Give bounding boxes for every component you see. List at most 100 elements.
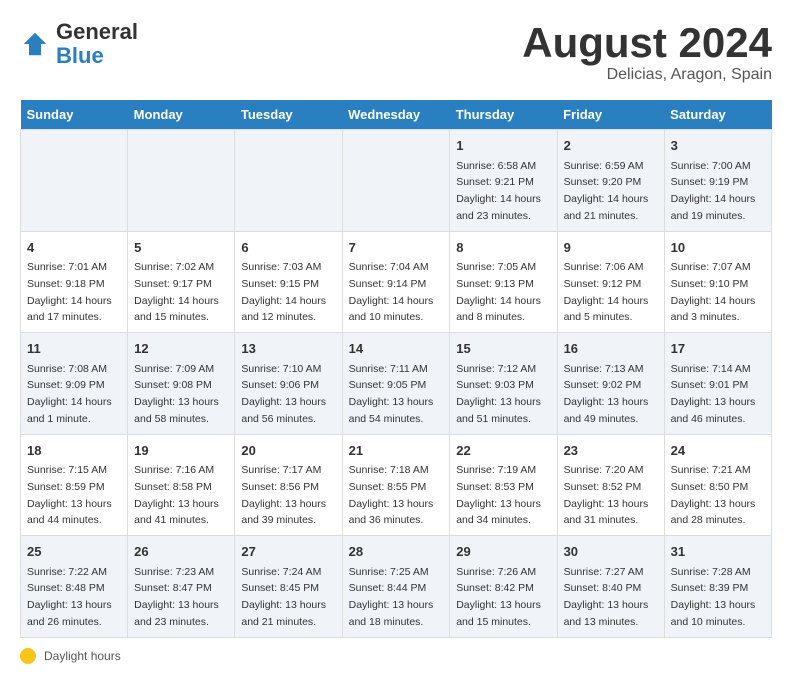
calendar-table: SundayMondayTuesdayWednesdayThursdayFrid… [20,100,772,638]
day-info: Sunrise: 7:16 AM Sunset: 8:58 PM Dayligh… [134,464,219,526]
month-year-title: August 2024 [522,20,772,66]
day-info: Sunrise: 7:12 AM Sunset: 9:03 PM Dayligh… [456,363,541,425]
day-info: Sunrise: 7:09 AM Sunset: 9:08 PM Dayligh… [134,363,219,425]
day-info: Sunrise: 7:21 AM Sunset: 8:50 PM Dayligh… [671,464,756,526]
day-cell: 13 Sunrise: 7:10 AM Sunset: 9:06 PM Dayli… [235,333,342,435]
day-cell: 23 Sunrise: 7:20 AM Sunset: 8:52 PM Dayli… [557,434,664,536]
day-number: 4 [27,238,121,258]
day-info: Sunrise: 7:25 AM Sunset: 8:44 PM Dayligh… [349,566,434,628]
day-info: Sunrise: 7:11 AM Sunset: 9:05 PM Dayligh… [349,363,434,425]
day-number: 6 [241,238,335,258]
day-cell: 22Sunrise: 7:19 AM Sunset: 8:53 PM Dayli… [450,434,557,536]
week-row-1: 1 Sunrise: 6:58 AM Sunset: 9:21 PM Daylig… [21,130,772,232]
day-cell: 29Sunrise: 7:26 AM Sunset: 8:42 PM Dayli… [450,536,557,638]
week-row-3: 11Sunrise: 7:08 AM Sunset: 9:09 PM Dayli… [21,333,772,435]
day-number: 23 [564,441,658,461]
legend-text: Daylight hours [44,649,121,663]
week-row-4: 18Sunrise: 7:15 AM Sunset: 8:59 PM Dayli… [21,434,772,536]
day-number: 12 [134,339,228,359]
day-cell: 1 Sunrise: 6:58 AM Sunset: 9:21 PM Daylig… [450,130,557,232]
day-number: 1 [456,136,550,156]
day-number: 15 [456,339,550,359]
day-cell: 3 Sunrise: 7:00 AM Sunset: 9:19 PM Daylig… [664,130,771,232]
day-info: Sunrise: 7:22 AM Sunset: 8:48 PM Dayligh… [27,566,112,628]
day-info: Sunrise: 6:59 AM Sunset: 9:20 PM Dayligh… [564,160,649,222]
day-number: 24 [671,441,765,461]
day-number: 14 [349,339,444,359]
day-cell: 10Sunrise: 7:07 AM Sunset: 9:10 PM Dayli… [664,231,771,333]
logo-blue: Blue [56,43,104,68]
day-cell: 9 Sunrise: 7:06 AM Sunset: 9:12 PM Daylig… [557,231,664,333]
day-info: Sunrise: 7:10 AM Sunset: 9:06 PM Dayligh… [241,363,326,425]
day-cell: 16Sunrise: 7:13 AM Sunset: 9:02 PM Dayli… [557,333,664,435]
day-info: Sunrise: 7:00 AM Sunset: 9:19 PM Dayligh… [671,160,756,222]
day-info: Sunrise: 6:58 AM Sunset: 9:21 PM Dayligh… [456,160,541,222]
day-cell [235,130,342,232]
day-number: 28 [349,542,444,562]
header-cell-tuesday: Tuesday [235,100,342,130]
logo-general: General [56,19,138,44]
day-number: 2 [564,136,658,156]
logo: General Blue [20,20,138,68]
day-number: 8 [456,238,550,258]
day-cell: 21Sunrise: 7:18 AM Sunset: 8:55 PM Dayli… [342,434,450,536]
day-cell: 14 Sunrise: 7:11 AM Sunset: 9:05 PM Dayli… [342,333,450,435]
day-info: Sunrise: 7:13 AM Sunset: 9:02 PM Dayligh… [564,363,649,425]
day-cell: 20Sunrise: 7:17 AM Sunset: 8:56 PM Dayli… [235,434,342,536]
day-cell: 18Sunrise: 7:15 AM Sunset: 8:59 PM Dayli… [21,434,128,536]
sun-icon [20,648,36,664]
day-cell: 4 Sunrise: 7:01 AM Sunset: 9:18 PM Daylig… [21,231,128,333]
day-cell [128,130,235,232]
location-subtitle: Delicias, Aragon, Spain [522,66,772,84]
day-number: 19 [134,441,228,461]
day-number: 17 [671,339,765,359]
logo-text: General Blue [56,20,138,68]
header-cell-wednesday: Wednesday [342,100,450,130]
header-cell-saturday: Saturday [664,100,771,130]
day-info: Sunrise: 7:01 AM Sunset: 9:18 PM Dayligh… [27,261,112,323]
day-info: Sunrise: 7:07 AM Sunset: 9:10 PM Dayligh… [671,261,756,323]
day-cell: 19 Sunrise: 7:16 AM Sunset: 8:58 PM Dayli… [128,434,235,536]
day-number: 21 [349,441,444,461]
day-number: 25 [27,542,121,562]
day-number: 9 [564,238,658,258]
day-info: Sunrise: 7:06 AM Sunset: 9:12 PM Dayligh… [564,261,649,323]
day-cell: 5Sunrise: 7:02 AM Sunset: 9:17 PM Daylig… [128,231,235,333]
header-row: SundayMondayTuesdayWednesdayThursdayFrid… [21,100,772,130]
day-number: 11 [27,339,121,359]
day-cell: 15 Sunrise: 7:12 AM Sunset: 9:03 PM Dayli… [450,333,557,435]
day-cell: 28 Sunrise: 7:25 AM Sunset: 8:44 PM Dayli… [342,536,450,638]
header-cell-sunday: Sunday [21,100,128,130]
day-cell: 8Sunrise: 7:05 AM Sunset: 9:13 PM Daylig… [450,231,557,333]
day-info: Sunrise: 7:28 AM Sunset: 8:39 PM Dayligh… [671,566,756,628]
day-cell: 11Sunrise: 7:08 AM Sunset: 9:09 PM Dayli… [21,333,128,435]
day-info: Sunrise: 7:23 AM Sunset: 8:47 PM Dayligh… [134,566,219,628]
day-cell: 2 Sunrise: 6:59 AM Sunset: 9:20 PM Daylig… [557,130,664,232]
day-cell: 7Sunrise: 7:04 AM Sunset: 9:14 PM Daylig… [342,231,450,333]
day-cell: 24 Sunrise: 7:21 AM Sunset: 8:50 PM Dayli… [664,434,771,536]
legend: Daylight hours [20,648,772,664]
day-info: Sunrise: 7:04 AM Sunset: 9:14 PM Dayligh… [349,261,434,323]
day-number: 13 [241,339,335,359]
logo-icon [20,29,50,59]
day-number: 26 [134,542,228,562]
day-cell: 30Sunrise: 7:27 AM Sunset: 8:40 PM Dayli… [557,536,664,638]
day-info: Sunrise: 7:02 AM Sunset: 9:17 PM Dayligh… [134,261,219,323]
day-cell [21,130,128,232]
day-number: 29 [456,542,550,562]
day-cell: 31 Sunrise: 7:28 AM Sunset: 8:39 PM Dayli… [664,536,771,638]
day-info: Sunrise: 7:19 AM Sunset: 8:53 PM Dayligh… [456,464,541,526]
title-block: August 2024 Delicias, Aragon, Spain [522,20,772,84]
header-cell-thursday: Thursday [450,100,557,130]
day-number: 18 [27,441,121,461]
day-number: 20 [241,441,335,461]
day-info: Sunrise: 7:03 AM Sunset: 9:15 PM Dayligh… [241,261,326,323]
day-cell: 26 Sunrise: 7:23 AM Sunset: 8:47 PM Dayli… [128,536,235,638]
day-cell: 25 Sunrise: 7:22 AM Sunset: 8:48 PM Dayli… [21,536,128,638]
day-number: 31 [671,542,765,562]
day-number: 27 [241,542,335,562]
day-info: Sunrise: 7:20 AM Sunset: 8:52 PM Dayligh… [564,464,649,526]
day-number: 3 [671,136,765,156]
day-cell: 6 Sunrise: 7:03 AM Sunset: 9:15 PM Daylig… [235,231,342,333]
week-row-5: 25 Sunrise: 7:22 AM Sunset: 8:48 PM Dayli… [21,536,772,638]
